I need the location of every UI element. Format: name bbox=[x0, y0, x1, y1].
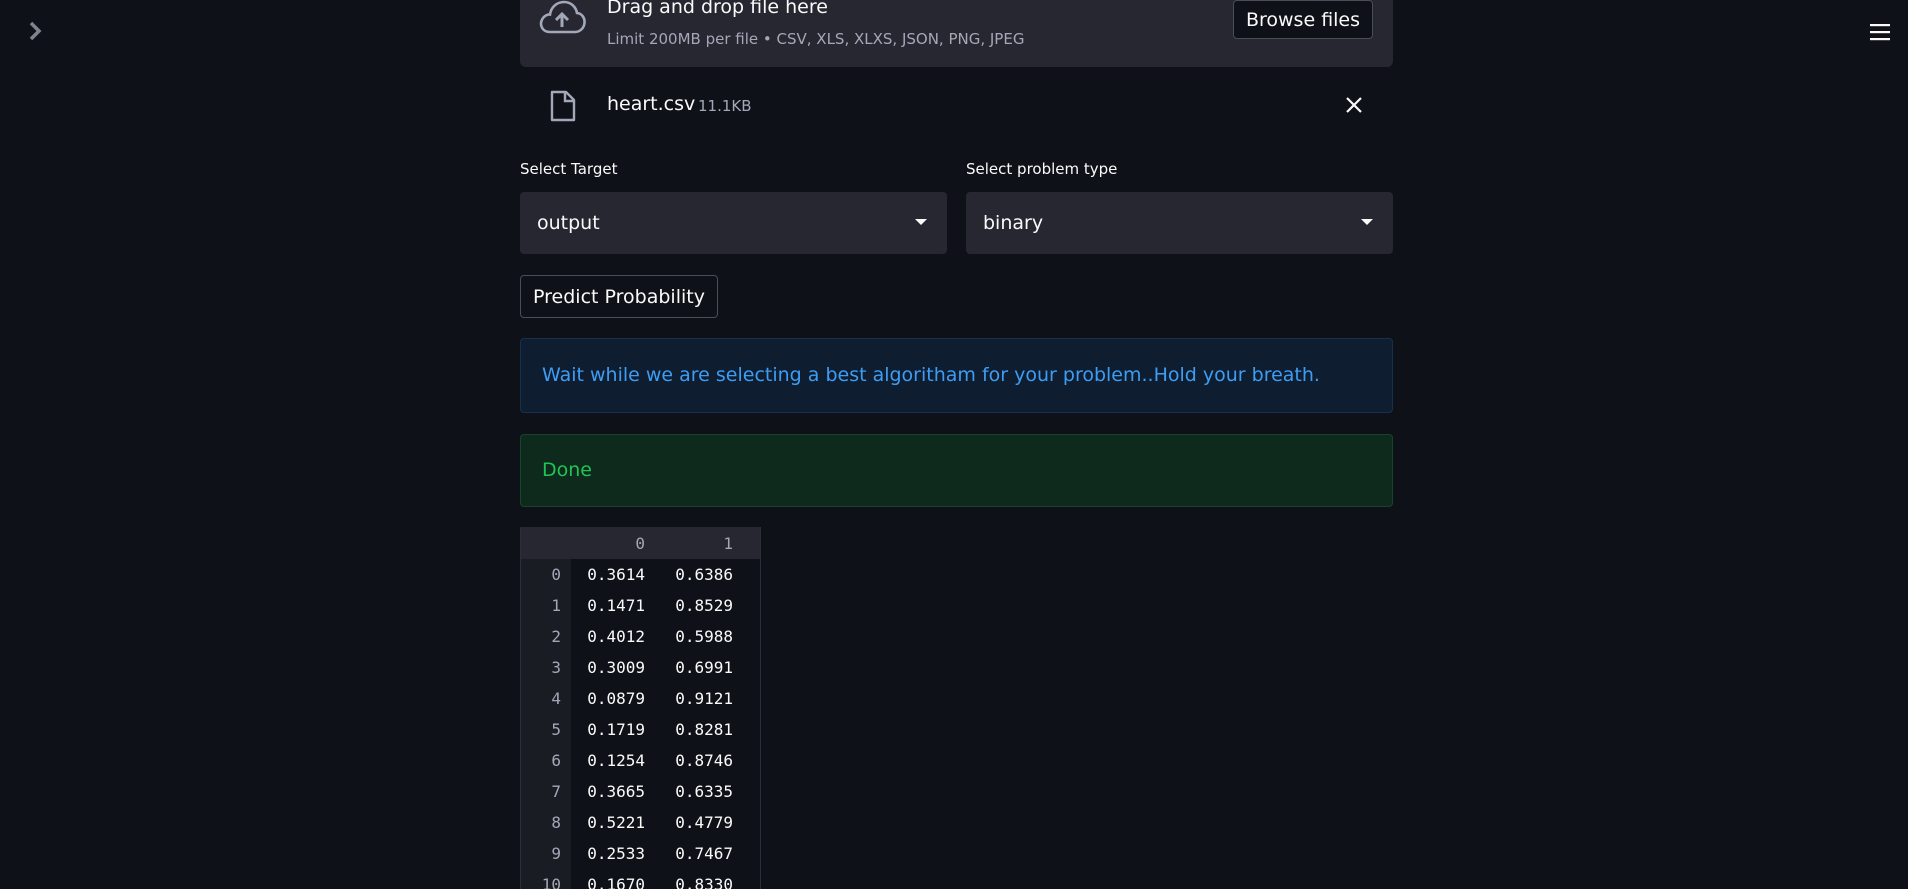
table-row-index: 7 bbox=[521, 776, 571, 807]
table-row: 10 0.1670 0.8330 bbox=[521, 869, 760, 889]
hamburger-menu-icon[interactable] bbox=[1870, 22, 1890, 42]
table-cell: 0.6386 bbox=[675, 565, 733, 584]
probability-dataframe[interactable]: 0 1 0 0.3614 0.6386 1 0.1471 0.8529 2 0.4012 0.5… bbox=[520, 527, 761, 889]
select-problem-type-value: binary bbox=[983, 212, 1044, 234]
success-alert: Done bbox=[520, 434, 1393, 507]
select-problem-type: Select problem type binary bbox=[966, 160, 1393, 254]
table-row: 5 0.1719 0.8281 bbox=[521, 714, 760, 745]
table-row-index: 6 bbox=[521, 745, 571, 776]
table-cell: 0.8281 bbox=[675, 720, 733, 739]
table-cell: 0.5988 bbox=[675, 627, 733, 646]
table-row-index: 4 bbox=[521, 683, 571, 714]
table-row-index: 8 bbox=[521, 807, 571, 838]
table-row-index: 3 bbox=[521, 652, 571, 683]
select-target: Select Target output bbox=[520, 160, 947, 254]
table-row-index: 5 bbox=[521, 714, 571, 745]
table-row: 7 0.3665 0.6335 bbox=[521, 776, 760, 807]
table-cell: 0.6991 bbox=[675, 658, 733, 677]
table-cell: 0.8746 bbox=[675, 751, 733, 770]
file-size: 11.1KB bbox=[698, 97, 752, 115]
table-row: 3 0.3009 0.6991 bbox=[521, 652, 760, 683]
table-row-index: 10 bbox=[521, 869, 571, 889]
success-alert-text: Done bbox=[542, 459, 592, 481]
table-row: 6 0.1254 0.8746 bbox=[521, 745, 760, 776]
chevron-down-icon bbox=[915, 219, 927, 225]
table-header-index bbox=[521, 527, 571, 559]
table-cell: 0.4012 bbox=[587, 627, 645, 646]
table-cell: 0.8529 bbox=[675, 596, 733, 615]
table-row: 8 0.5221 0.4779 bbox=[521, 807, 760, 838]
table-header: 0 1 bbox=[521, 527, 760, 559]
info-alert: Wait while we are selecting a best algor… bbox=[520, 338, 1393, 413]
table-row-index: 9 bbox=[521, 838, 571, 869]
select-target-label: Select Target bbox=[520, 160, 618, 178]
file-dropzone[interactable]: Drag and drop file here Limit 200MB per … bbox=[520, 0, 1393, 67]
table-cell: 0.5221 bbox=[587, 813, 645, 832]
browse-files-button[interactable]: Browse files bbox=[1233, 0, 1373, 39]
table-row-index: 0 bbox=[521, 559, 571, 590]
table-cell: 0.1471 bbox=[587, 596, 645, 615]
table-cell: 0.7467 bbox=[675, 844, 733, 863]
table-cell: 0.1254 bbox=[587, 751, 645, 770]
file-name: heart.csv bbox=[607, 93, 696, 115]
dropzone-limit: Limit 200MB per file • CSV, XLS, XLXS, J… bbox=[607, 30, 1025, 48]
table-row: 9 0.2533 0.7467 bbox=[521, 838, 760, 869]
file-icon bbox=[550, 90, 576, 122]
table-cell: 0.9121 bbox=[675, 689, 733, 708]
chevron-right-icon[interactable] bbox=[24, 20, 46, 42]
select-problem-type-dropdown[interactable]: binary bbox=[966, 192, 1393, 254]
table-cell: 0.0879 bbox=[587, 689, 645, 708]
table-cell: 0.2533 bbox=[587, 844, 645, 863]
chevron-down-icon bbox=[1361, 219, 1373, 225]
table-cell: 0.8330 bbox=[675, 875, 733, 889]
select-target-value: output bbox=[537, 212, 600, 234]
table-cell: 0.6335 bbox=[675, 782, 733, 801]
info-alert-text: Wait while we are selecting a best algor… bbox=[542, 364, 1320, 386]
table-row: 4 0.0879 0.9121 bbox=[521, 683, 760, 714]
dropzone-title: Drag and drop file here bbox=[607, 0, 828, 18]
table-row-index: 1 bbox=[521, 590, 571, 621]
cloud-upload-icon bbox=[539, 0, 586, 34]
table-cell: 0.3614 bbox=[587, 565, 645, 584]
table-cell: 0.1719 bbox=[587, 720, 645, 739]
table-header-col-1: 1 bbox=[723, 533, 733, 553]
table-row: 1 0.1471 0.8529 bbox=[521, 590, 760, 621]
table-cell: 0.3665 bbox=[587, 782, 645, 801]
app-page: Drag and drop file here Limit 200MB per … bbox=[0, 0, 1908, 889]
table-row-index: 2 bbox=[521, 621, 571, 652]
select-problem-type-label: Select problem type bbox=[966, 160, 1118, 178]
predict-probability-button[interactable]: Predict Probability bbox=[520, 275, 718, 318]
uploaded-file-row: heart.csv 11.1KB bbox=[520, 86, 1393, 126]
table-cell: 0.3009 bbox=[587, 658, 645, 677]
select-target-dropdown[interactable]: output bbox=[520, 192, 947, 254]
table-header-col-0: 0 bbox=[635, 533, 645, 553]
table-cell: 0.4779 bbox=[675, 813, 733, 832]
table-row: 2 0.4012 0.5988 bbox=[521, 621, 760, 652]
table-row: 0 0.3614 0.6386 bbox=[521, 559, 760, 590]
table-cell: 0.1670 bbox=[587, 875, 645, 889]
close-icon[interactable] bbox=[1343, 94, 1365, 116]
table-body: 0 0.3614 0.6386 1 0.1471 0.8529 2 0.4012 0.5988 3… bbox=[521, 559, 760, 889]
